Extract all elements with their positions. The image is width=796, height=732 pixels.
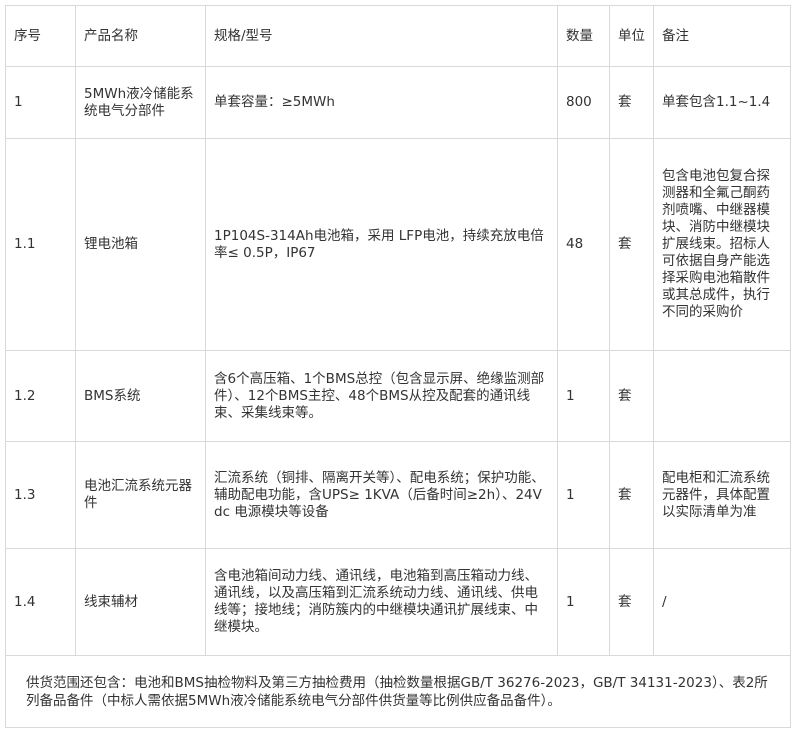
table-row: 1.1 锂电池箱 1P104S-314Ah电池箱，采用 LFP电池，持续充放电倍… [5, 138, 791, 351]
cell-quantity: 800 [557, 66, 610, 139]
table-footer-row: 供货范围还包含：电池和BMS抽检物料及第三方抽检费用（抽检数量根据GB/T 36… [5, 655, 791, 728]
cell-spec: 含电池箱间动力线、通讯线，电池箱到高压箱动力线、通讯线，以及高压箱到汇流系统动力… [205, 548, 558, 656]
cell-remark: / [653, 548, 791, 656]
cell-quantity: 1 [557, 441, 610, 549]
table-row: 1.2 BMS系统 含6个高压箱、1个BMS总控（包含显示屏、绝缘监测部件）、1… [5, 350, 791, 442]
cell-product-name: 线束辅材 [75, 548, 206, 656]
header-quantity: 数量 [557, 5, 610, 67]
cell-spec: 单套容量：≥5MWh [205, 66, 558, 139]
cell-seq: 1.4 [5, 548, 76, 656]
cell-quantity: 1 [557, 548, 610, 656]
cell-unit: 套 [609, 350, 654, 442]
supply-scope-table: 序号 产品名称 规格/型号 数量 单位 备注 1 5MWh液冷储能系统电气分部件… [5, 5, 791, 728]
table-row: 1.3 电池汇流系统元器件 汇流系统（铜排、隔离开关等）、配电系统；保护功能、辅… [5, 441, 791, 549]
cell-unit: 套 [609, 441, 654, 549]
table-row: 1.4 线束辅材 含电池箱间动力线、通讯线，电池箱到高压箱动力线、通讯线，以及高… [5, 548, 791, 656]
header-unit: 单位 [609, 5, 654, 67]
cell-quantity: 1 [557, 350, 610, 442]
cell-product-name: 锂电池箱 [75, 138, 206, 351]
cell-spec: 1P104S-314Ah电池箱，采用 LFP电池，持续充放电倍率≤ 0.5P，I… [205, 138, 558, 351]
header-spec: 规格/型号 [205, 5, 558, 67]
cell-unit: 套 [609, 548, 654, 656]
cell-remark: 单套包含1.1~1.4 [653, 66, 791, 139]
cell-remark [653, 350, 791, 442]
cell-seq: 1.2 [5, 350, 76, 442]
supply-scope-note: 供货范围还包含：电池和BMS抽检物料及第三方抽检费用（抽检数量根据GB/T 36… [5, 655, 791, 728]
header-seq: 序号 [5, 5, 76, 67]
cell-product-name: 5MWh液冷储能系统电气分部件 [75, 66, 206, 139]
cell-spec: 汇流系统（铜排、隔离开关等）、配电系统；保护功能、辅助配电功能，含UPS≥ 1K… [205, 441, 558, 549]
header-product-name: 产品名称 [75, 5, 206, 67]
cell-seq: 1.1 [5, 138, 76, 351]
cell-seq: 1 [5, 66, 76, 139]
table-header-row: 序号 产品名称 规格/型号 数量 单位 备注 [5, 5, 791, 67]
cell-unit: 套 [609, 66, 654, 139]
cell-remark: 配电柜和汇流系统元器件，具体配置以实际清单为准 [653, 441, 791, 549]
cell-unit: 套 [609, 138, 654, 351]
cell-remark: 包含电池包复合探测器和全氟己酮药剂喷嘴、中继器模块、消防中继模块扩展线束。招标人… [653, 138, 791, 351]
cell-quantity: 48 [557, 138, 610, 351]
cell-spec: 含6个高压箱、1个BMS总控（包含显示屏、绝缘监测部件）、12个BMS主控、48… [205, 350, 558, 442]
header-remark: 备注 [653, 5, 791, 67]
cell-product-name: BMS系统 [75, 350, 206, 442]
cell-seq: 1.3 [5, 441, 76, 549]
table-row: 1 5MWh液冷储能系统电气分部件 单套容量：≥5MWh 800 套 单套包含1… [5, 66, 791, 139]
cell-product-name: 电池汇流系统元器件 [75, 441, 206, 549]
